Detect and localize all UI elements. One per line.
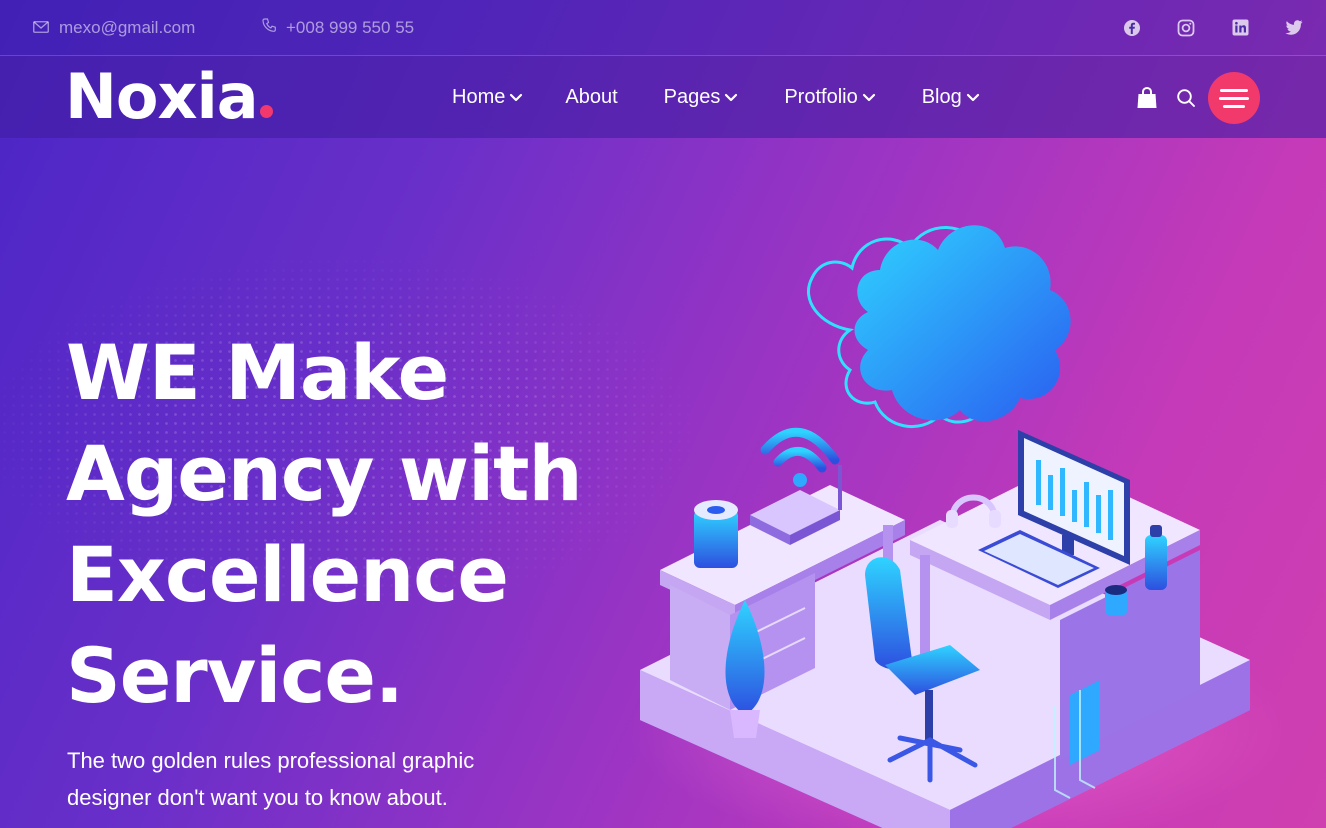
- email-text: mexo@gmail.com: [59, 17, 196, 37]
- menu-icon-bar: [1223, 104, 1245, 108]
- logo-dot: [259, 105, 273, 118]
- main-menu: Home About Pages Protfolio Blog: [452, 56, 980, 138]
- phone-text: +008 999 550 55: [286, 17, 415, 37]
- search-icon[interactable]: [1176, 88, 1196, 108]
- mail-icon: [33, 18, 59, 38]
- nav-item-pages[interactable]: Pages: [664, 86, 739, 109]
- phone-contact[interactable]: +008 999 550 55: [262, 0, 414, 55]
- hero-title-line: Service.: [66, 631, 404, 720]
- menu-icon-bar: [1220, 88, 1248, 92]
- isometric-workspace-illustration: [630, 225, 1290, 828]
- site-logo[interactable]: Noxia: [65, 60, 273, 133]
- hero-subtitle: The two golden rules professional graphi…: [67, 742, 567, 816]
- top-bar: mexo@gmail.com +008 999 550 55: [0, 0, 1326, 56]
- phone-icon: [262, 17, 286, 38]
- nav-item-about[interactable]: About: [565, 86, 617, 109]
- email-contact[interactable]: mexo@gmail.com: [33, 0, 195, 55]
- hero-subtitle-line: The two golden rules professional graphi…: [67, 748, 475, 773]
- chevron-down-icon: [962, 86, 980, 109]
- nav-item-home-label: Home: [452, 85, 506, 108]
- hero-subtitle-line: designer don't want you to know about.: [67, 785, 448, 810]
- logo-text: Noxia: [65, 60, 259, 133]
- twitter-icon[interactable]: [1284, 18, 1304, 38]
- hero-title-line: Excellence: [66, 530, 509, 619]
- nav-item-blog[interactable]: Blog: [922, 86, 980, 109]
- nav-item-about-label: About: [565, 85, 618, 108]
- cloud: [806, 225, 1071, 429]
- nav-item-protfolio[interactable]: Protfolio: [784, 86, 875, 109]
- hero-title-line: WE Make: [66, 328, 449, 417]
- chevron-down-icon: [720, 86, 738, 109]
- nav-item-pages-label: Pages: [663, 85, 721, 108]
- main-navbar: Noxia Home About Pages Protfolio Blog: [0, 56, 1326, 138]
- menu-icon-bar: [1219, 96, 1249, 100]
- smart-speaker: [694, 500, 738, 568]
- nav-item-blog-label: Blog: [921, 85, 962, 108]
- coffee-cup: [1105, 585, 1127, 615]
- nav-item-home[interactable]: Home: [452, 86, 523, 109]
- menu-toggle-button[interactable]: [1208, 72, 1260, 124]
- facebook-icon[interactable]: [1122, 18, 1142, 38]
- chevron-down-icon: [505, 86, 523, 109]
- social-links: [1122, 0, 1304, 55]
- nav-item-protfolio-label: Protfolio: [784, 85, 858, 108]
- hero-title: WE Make Agency with Excellence Service.: [66, 322, 626, 726]
- chevron-down-icon: [858, 86, 876, 109]
- header-actions: [1136, 72, 1260, 124]
- instagram-icon[interactable]: [1176, 18, 1196, 38]
- shopping-bag-icon[interactable]: [1136, 86, 1158, 110]
- hero-title-line: Agency with: [66, 429, 583, 518]
- linkedin-icon[interactable]: [1230, 18, 1250, 38]
